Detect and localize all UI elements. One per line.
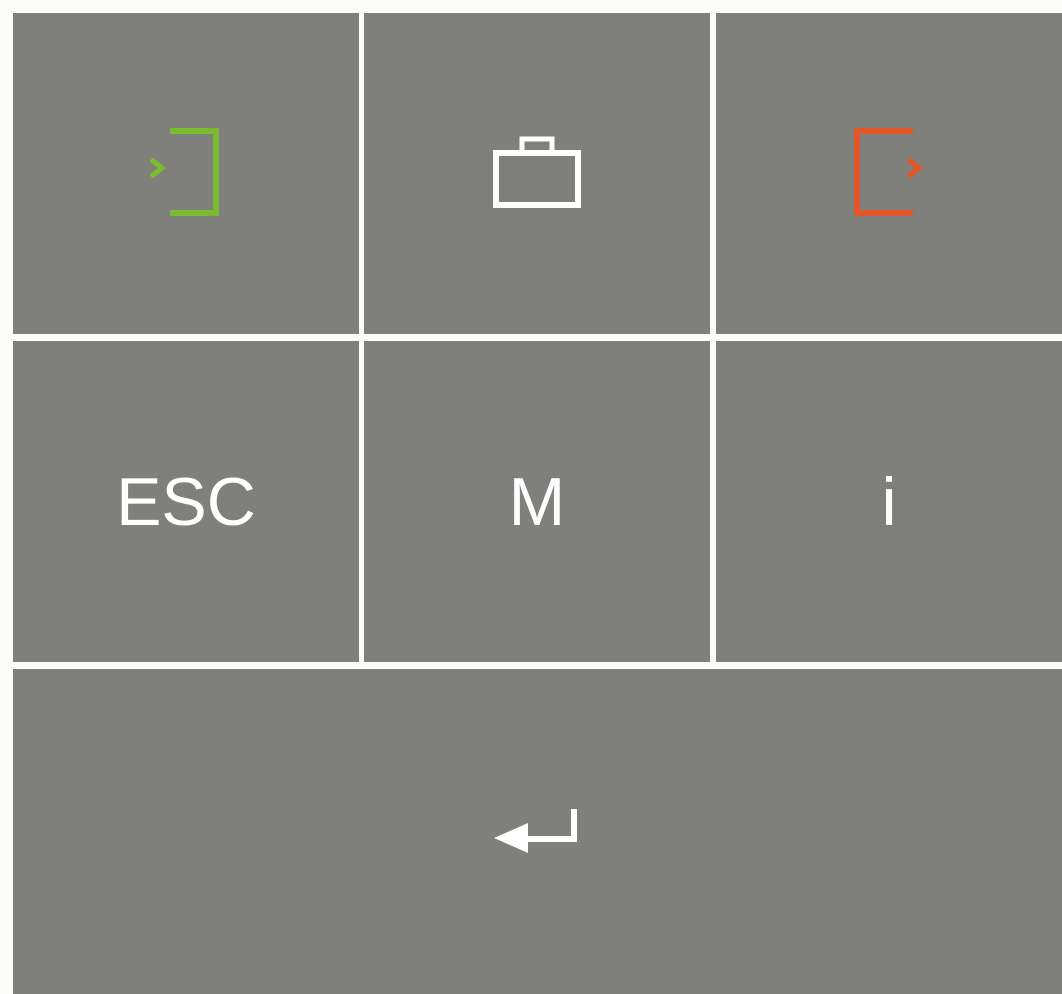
sign-out-icon	[854, 127, 924, 216]
sign-in-icon	[149, 127, 219, 216]
keypad: ESC M i	[0, 0, 1062, 994]
enter-icon	[493, 808, 577, 853]
sign-in-key[interactable]	[13, 13, 359, 334]
m-key-label: M	[508, 463, 566, 540]
briefcase-key[interactable]	[364, 13, 710, 334]
info-key[interactable]: i	[716, 341, 1062, 662]
esc-key[interactable]: ESC	[13, 341, 359, 662]
esc-key-label: ESC	[116, 463, 256, 540]
info-key-label: i	[881, 463, 897, 540]
m-key[interactable]: M	[364, 341, 710, 662]
briefcase-icon	[493, 136, 581, 208]
sign-out-key[interactable]	[716, 13, 1062, 334]
enter-key[interactable]	[13, 669, 1062, 994]
